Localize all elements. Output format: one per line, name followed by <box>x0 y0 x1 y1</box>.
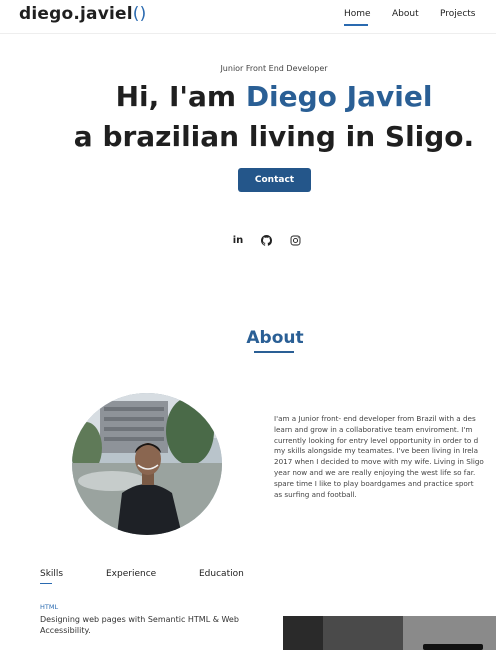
about-heading-underline <box>254 351 294 353</box>
about-line: year now and we are really enjoying the … <box>274 467 476 477</box>
tab-active-indicator <box>40 583 52 584</box>
tab-skills[interactable]: Skills <box>40 569 63 579</box>
about-line: 2017 when I decided to move with my wife… <box>274 457 484 467</box>
logo-brace: () <box>132 4 147 24</box>
skill-label: HTML <box>40 603 59 611</box>
about-line: spare time I like to play boardgames and… <box>274 478 474 488</box>
about-line: I'am a Junior front- end developer from … <box>274 414 476 423</box>
instagram-icon[interactable] <box>288 233 302 247</box>
nav-projects-link[interactable]: Projects <box>440 9 475 19</box>
skill-description: Designing web pages with Semantic HTML &… <box>40 615 239 635</box>
project-image <box>283 616 496 650</box>
about-line: currently looking for entry level opport… <box>274 435 479 445</box>
profile-photo <box>72 393 222 535</box>
hero-greeting: Hi, I'am Diego Javiel <box>0 80 496 113</box>
tab-experience[interactable]: Experience <box>106 569 156 579</box>
hero-name: Diego Javiel <box>245 80 433 113</box>
about-line: learn and grow in a collaborative team e… <box>274 424 473 434</box>
github-icon[interactable] <box>259 233 273 247</box>
nav-home-link[interactable]: Home <box>344 9 371 19</box>
about-line: as surfing and football. <box>274 489 357 499</box>
nav-active-indicator <box>344 24 368 26</box>
site-header: diego.javiel() Home About Projects <box>0 0 496 34</box>
about-line: my skills alongside my teamates. I've be… <box>274 446 479 456</box>
about-heading: About <box>246 328 304 348</box>
hero-tagline: a brazilian living in Sligo. <box>73 120 475 153</box>
contact-button[interactable]: Contact <box>238 168 311 192</box>
hero-subtitle: Junior Front End Developer <box>220 64 328 73</box>
hero-greeting-text: Hi, I'am <box>115 80 246 113</box>
about-paragraph: I'am a Junior front- end developer from … <box>274 414 496 500</box>
site-logo[interactable]: diego.javiel() <box>19 4 146 24</box>
tab-education[interactable]: Education <box>199 569 244 579</box>
nav-about-link[interactable]: About <box>392 9 419 19</box>
logo-text: diego.javiel <box>19 4 133 24</box>
linkedin-icon[interactable]: in <box>231 233 245 247</box>
